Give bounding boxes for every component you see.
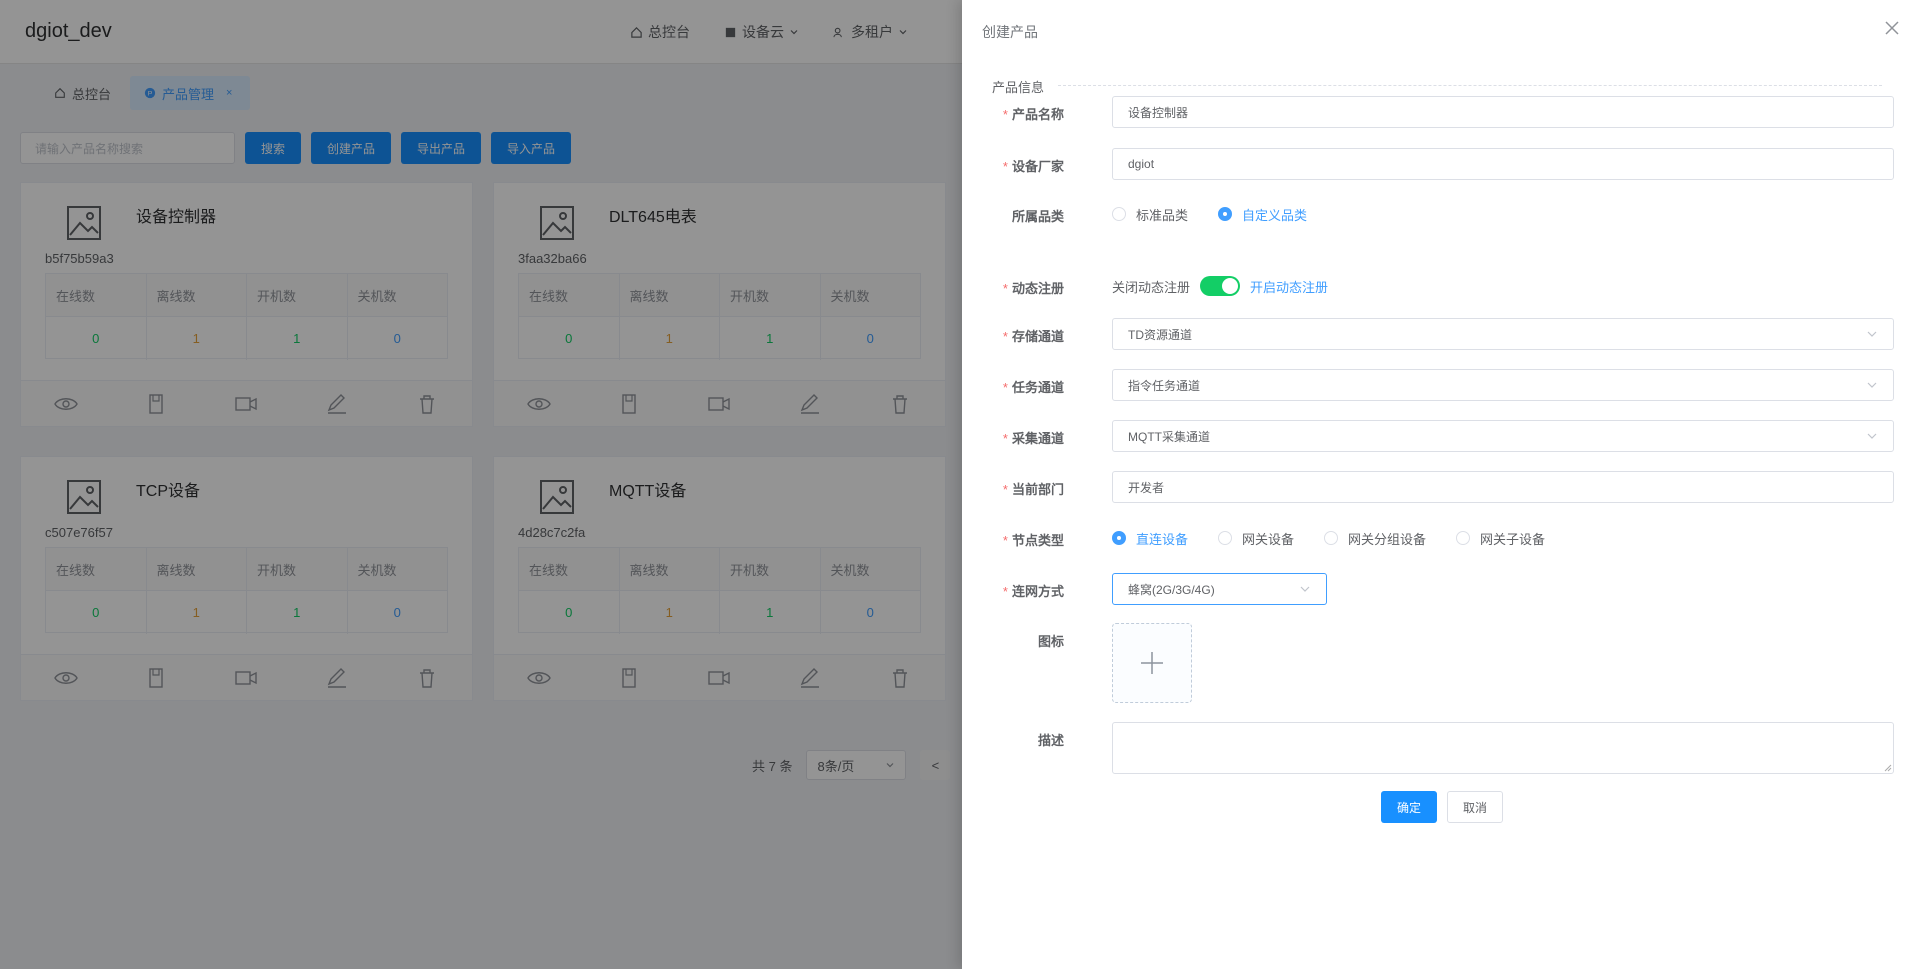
- vendor-label: * 设备厂家: [1002, 159, 1064, 174]
- task-channel-select[interactable]: 指令任务通道: [1112, 369, 1894, 401]
- storage-channel-value: TD资源通道: [1128, 327, 1192, 342]
- category-radio-standard[interactable]: 标准品类: [1112, 205, 1188, 224]
- chevron-down-icon: [1300, 586, 1310, 592]
- node-type-radio-gateway-group[interactable]: 网关分组设备: [1324, 529, 1426, 548]
- chevron-down-icon: [1867, 433, 1877, 439]
- chevron-down-icon: [1867, 382, 1877, 388]
- node-type-radio-direct[interactable]: 直连设备: [1112, 529, 1188, 548]
- dynamic-registration-label: * 动态注册: [1002, 281, 1064, 296]
- node-type-radio-gateway[interactable]: 网关设备: [1218, 529, 1294, 548]
- category-label: 所属品类: [1011, 209, 1064, 224]
- storage-channel-label: * 存储通道: [1002, 329, 1064, 344]
- node-type-radio-gateway-child[interactable]: 网关子设备: [1456, 529, 1545, 548]
- drawer-title: 创建产品: [982, 24, 1038, 40]
- category-radio-group: 标准品类 自定义品类: [1112, 198, 1307, 230]
- vendor-input[interactable]: dgiot: [1112, 148, 1894, 180]
- collect-channel-label: * 采集通道: [1002, 431, 1064, 446]
- confirm-button[interactable]: 确定: [1381, 791, 1438, 823]
- storage-channel-select[interactable]: TD资源通道: [1112, 318, 1894, 350]
- product-name-input[interactable]: 设备控制器: [1112, 96, 1894, 128]
- create-product-drawer: 创建产品 产品信息 * 产品名称 设备控制器 * 设备厂家 dgiot 所属品类 标…: [962, 0, 1920, 969]
- node-type-radio-group: 直连设备 网关设备 网关分组设备 网关子设备: [1112, 522, 1545, 554]
- department-label: * 当前部门: [1002, 482, 1064, 497]
- network-select[interactable]: 蜂窝(2G/3G/4G): [1112, 573, 1327, 605]
- close-icon[interactable]: [1884, 20, 1900, 36]
- task-channel-label: * 任务通道: [1002, 380, 1064, 395]
- product-name-label: * 产品名称: [1002, 107, 1064, 122]
- resize-grip-icon[interactable]: [1884, 764, 1892, 772]
- section-divider: [1058, 85, 1882, 86]
- description-textarea[interactable]: [1112, 722, 1894, 774]
- collect-channel-value: MQTT采集通道: [1128, 429, 1210, 444]
- category-radio-custom[interactable]: 自定义品类: [1218, 205, 1307, 224]
- node-type-label: * 节点类型: [1002, 533, 1064, 548]
- plus-icon: [1141, 652, 1163, 674]
- cancel-button[interactable]: 取消: [1447, 791, 1504, 823]
- section-title: 产品信息: [992, 80, 1045, 95]
- network-value: 蜂窝(2G/3G/4G): [1128, 582, 1215, 597]
- department-input[interactable]: 开发者: [1112, 471, 1894, 503]
- chevron-down-icon: [1867, 331, 1877, 337]
- switch-off-text: 关闭动态注册: [1112, 279, 1191, 295]
- collect-channel-select[interactable]: MQTT采集通道: [1112, 420, 1894, 452]
- network-label: * 连网方式: [1002, 584, 1064, 599]
- drawer-footer: 确定 取消: [1381, 791, 1504, 823]
- icon-label: 图标: [1037, 634, 1064, 649]
- icon-upload[interactable]: [1112, 623, 1192, 703]
- dynamic-registration-switch[interactable]: [1200, 276, 1241, 296]
- task-channel-value: 指令任务通道: [1128, 378, 1201, 393]
- description-label: 描述: [1037, 733, 1064, 748]
- switch-on-text: 开启动态注册: [1250, 279, 1329, 295]
